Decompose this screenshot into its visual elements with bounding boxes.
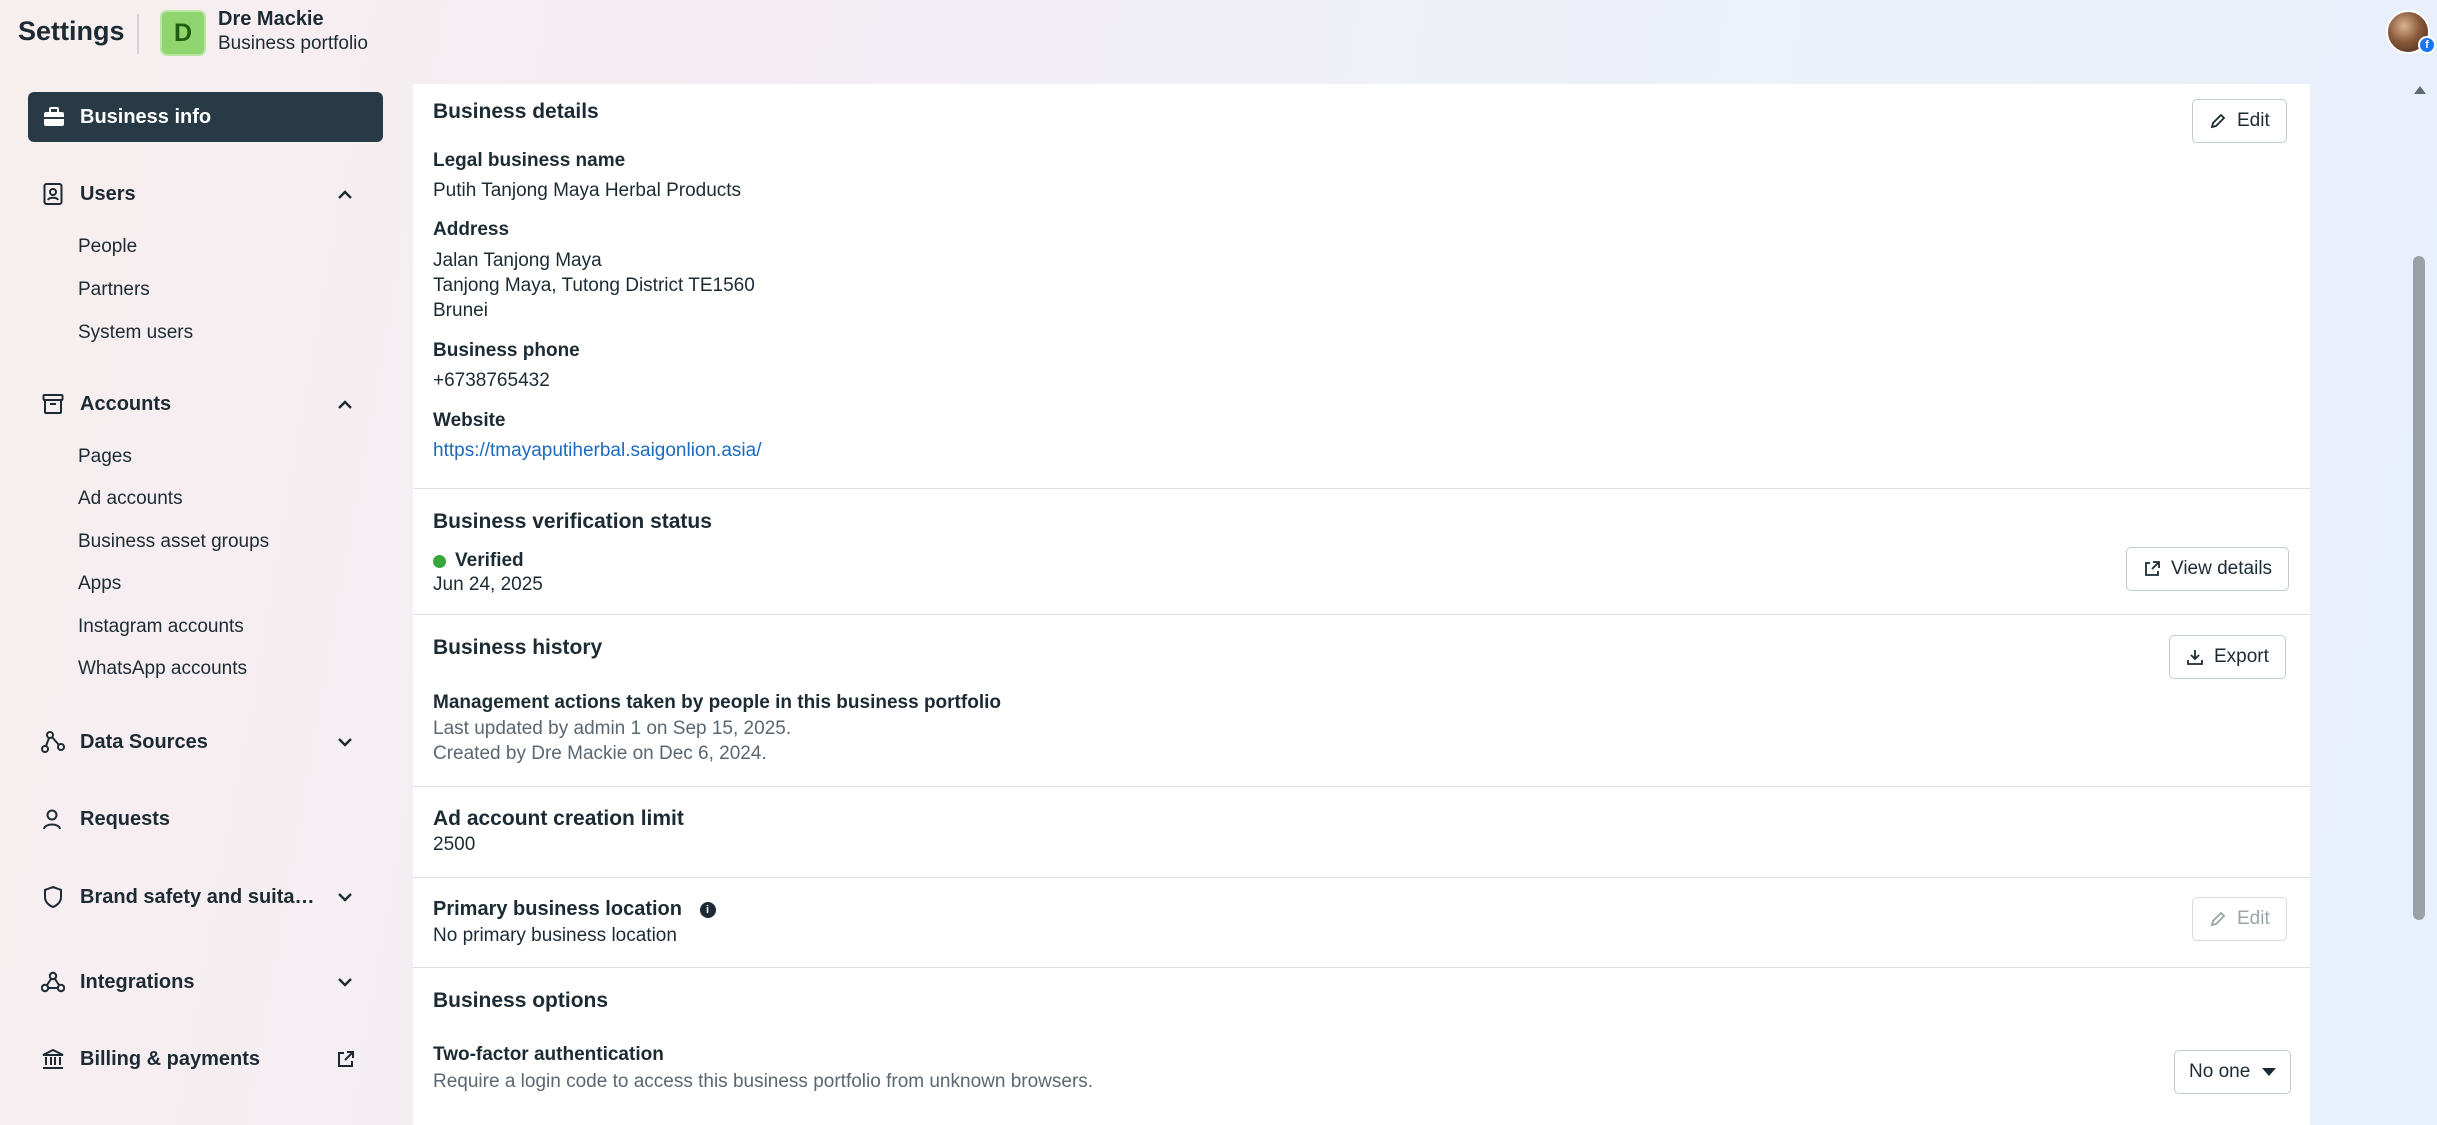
chevron-up-icon[interactable] [333,392,357,416]
caret-down-icon [2262,1068,2277,1076]
external-link-icon [2143,560,2161,578]
section-divider [413,614,2310,615]
sidebar-section-label: Requests [80,807,171,830]
phone-value: +6738765432 [433,370,550,391]
briefcase-icon [42,105,66,129]
pencil-icon [2209,910,2227,928]
sidebar-item-partners[interactable]: Partners [78,279,150,301]
sidebar-section-label: Data Sources [80,730,208,753]
chevron-down-icon[interactable] [333,885,357,909]
sidebar-item-apps[interactable]: Apps [78,573,121,595]
archive-box-icon [40,391,66,417]
main-content: Business details Edit Legal business nam… [413,84,2310,1125]
sidebar-item-system-users[interactable]: System users [78,322,193,344]
twofa-select[interactable]: No one [2174,1050,2292,1094]
history-title: Business history [433,636,603,659]
portfolio-avatar[interactable]: D [160,10,206,56]
website-label: Website [433,410,506,431]
info-icon[interactable]: i [699,901,716,918]
export-label: Export [2214,646,2269,667]
shield-icon [40,884,66,910]
sidebar-section-label: Integrations [80,970,195,993]
export-button[interactable]: Export [2169,635,2286,679]
business-options-title: Business options [433,989,609,1012]
chevron-up-icon[interactable] [333,182,357,206]
twofa-label: Two-factor authentication [433,1044,664,1065]
sidebar-item-instagram-accounts[interactable]: Instagram accounts [78,616,244,638]
sidebar: Business info Users People Partners Syst… [0,84,410,1125]
sidebar-item-whatsapp-accounts[interactable]: WhatsApp accounts [78,658,247,680]
primary-location-value: No primary business location [433,925,677,946]
ad-limit-title: Ad account creation limit [433,807,684,830]
edit-label: Edit [2237,908,2270,929]
sidebar-section-data-sources[interactable]: Data Sources [28,722,383,762]
address-line3: Brunei [433,300,488,321]
sidebar-section-label: Billing & payments [80,1047,261,1070]
bank-icon [40,1046,66,1072]
header-divider [137,14,139,54]
data-sources-icon [40,729,66,755]
scroll-up-arrow-icon[interactable] [2414,86,2426,94]
scrollbar-thumb[interactable] [2413,256,2425,920]
sidebar-section-brand-safety[interactable]: Brand safety and suitabil... [28,877,383,917]
sidebar-section-requests[interactable]: Requests [28,799,383,839]
sidebar-section-label: Brand safety and suitabil... [80,885,320,908]
edit-label: Edit [2237,110,2270,131]
verification-title: Business verification status [433,510,712,533]
portfolio-name[interactable]: Dre Mackie [218,8,324,31]
history-last-updated: Last updated by admin 1 on Sep 15, 2025. [433,718,792,739]
chevron-down-icon[interactable] [333,970,357,994]
sidebar-section-users[interactable]: Users [28,174,383,214]
history-created: Created by Dre Mackie on Dec 6, 2024. [433,743,767,764]
primary-location-title: Primary business location [433,898,682,920]
edit-business-details-button[interactable]: Edit [2192,99,2287,143]
sidebar-section-accounts[interactable]: Accounts [28,384,383,424]
twofa-selected-value: No one [2189,1061,2251,1082]
business-details-title: Business details [433,100,599,123]
primary-location-row: Primary business location i [433,898,716,921]
verification-status: Verified [455,550,524,571]
verification-status-row: Verified [413,550,2310,578]
twofa-description: Require a login code to access this busi… [433,1071,1094,1092]
section-divider [413,967,2310,968]
portfolio-subtitle: Business portfolio [218,33,368,54]
section-divider [413,786,2310,787]
facebook-badge-icon: f [2418,36,2436,54]
section-divider [413,488,2310,489]
address-line2: Tanjong Maya, Tutong District TE1560 [433,275,755,296]
sidebar-section-billing[interactable]: Billing & payments [28,1039,383,1079]
integrations-icon [40,969,66,995]
sidebar-item-label: Business info [80,105,212,128]
legal-name-label: Legal business name [433,150,626,171]
external-link-icon[interactable] [333,1047,357,1071]
sidebar-item-ad-accounts[interactable]: Ad accounts [78,488,183,510]
id-badge-icon [40,181,66,207]
download-icon [2186,648,2204,666]
top-header: Settings D Dre Mackie Business portfolio… [0,0,2437,84]
website-link[interactable]: https://tmayaputiherbal.saigonlion.asia/ [433,438,761,463]
person-icon [40,806,66,832]
sidebar-section-label: Users [80,182,136,205]
chevron-down-icon[interactable] [333,730,357,754]
edit-primary-location-button[interactable]: Edit [2192,897,2287,941]
sidebar-section-label: Accounts [80,392,172,415]
page-title: Settings [18,16,125,46]
sidebar-item-business-asset-groups[interactable]: Business asset groups [78,531,269,553]
phone-label: Business phone [433,340,580,361]
verification-date: Jun 24, 2025 [433,574,543,595]
section-divider [413,877,2310,878]
pencil-icon [2209,112,2227,130]
ad-limit-value: 2500 [433,834,476,855]
address-label: Address [433,219,510,240]
sidebar-item-people[interactable]: People [78,236,137,258]
sidebar-item-business-info[interactable]: Business info [28,92,383,142]
view-details-button[interactable]: View details [2126,547,2290,591]
legal-name-value: Putih Tanjong Maya Herbal Products [433,180,742,201]
address-line1: Jalan Tanjong Maya [433,250,602,271]
view-details-label: View details [2171,558,2273,579]
history-subtitle: Management actions taken by people in th… [433,692,1001,713]
verified-check-icon [433,555,446,568]
sidebar-item-pages[interactable]: Pages [78,446,132,468]
sidebar-section-integrations[interactable]: Integrations [28,962,383,1002]
